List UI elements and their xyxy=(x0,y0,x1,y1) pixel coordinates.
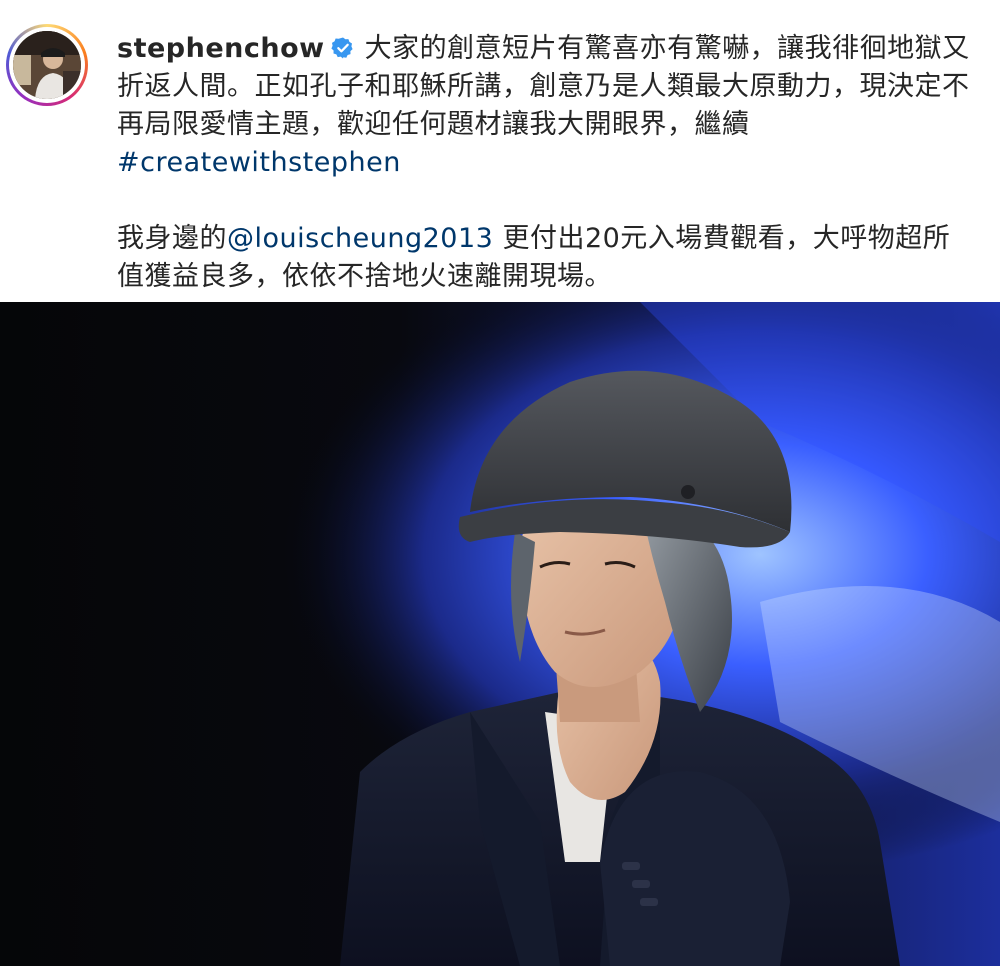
post-header: stephenchow 大家的創意短片有驚喜亦有驚嚇，讓我徘徊地獄又折返人間。正如… xyxy=(0,0,1000,302)
caption-text-2-prefix: 我身邊的 xyxy=(117,223,227,254)
hashtag-link[interactable]: #createwithstephen xyxy=(117,147,401,178)
caption-paragraph-1: stephenchow 大家的創意短片有驚喜亦有驚嚇，讓我徘徊地獄又折返人間。正如… xyxy=(117,30,977,182)
post-caption: stephenchow 大家的創意短片有驚喜亦有驚嚇，讓我徘徊地獄又折返人間。正如… xyxy=(117,30,977,296)
username-link[interactable]: stephenchow xyxy=(117,33,325,64)
post-photo[interactable] xyxy=(0,302,1000,966)
caption-paragraph-2: 我身邊的@louischeung2013 更付出20元入場費觀看，大呼物超所值獲… xyxy=(117,220,977,296)
story-ring[interactable] xyxy=(6,24,88,106)
mention-link[interactable]: @louischeung2013 xyxy=(227,223,493,254)
avatar[interactable] xyxy=(13,31,81,99)
post-image xyxy=(0,302,1000,966)
avatar-image xyxy=(13,31,81,99)
verified-badge-icon xyxy=(330,37,353,59)
